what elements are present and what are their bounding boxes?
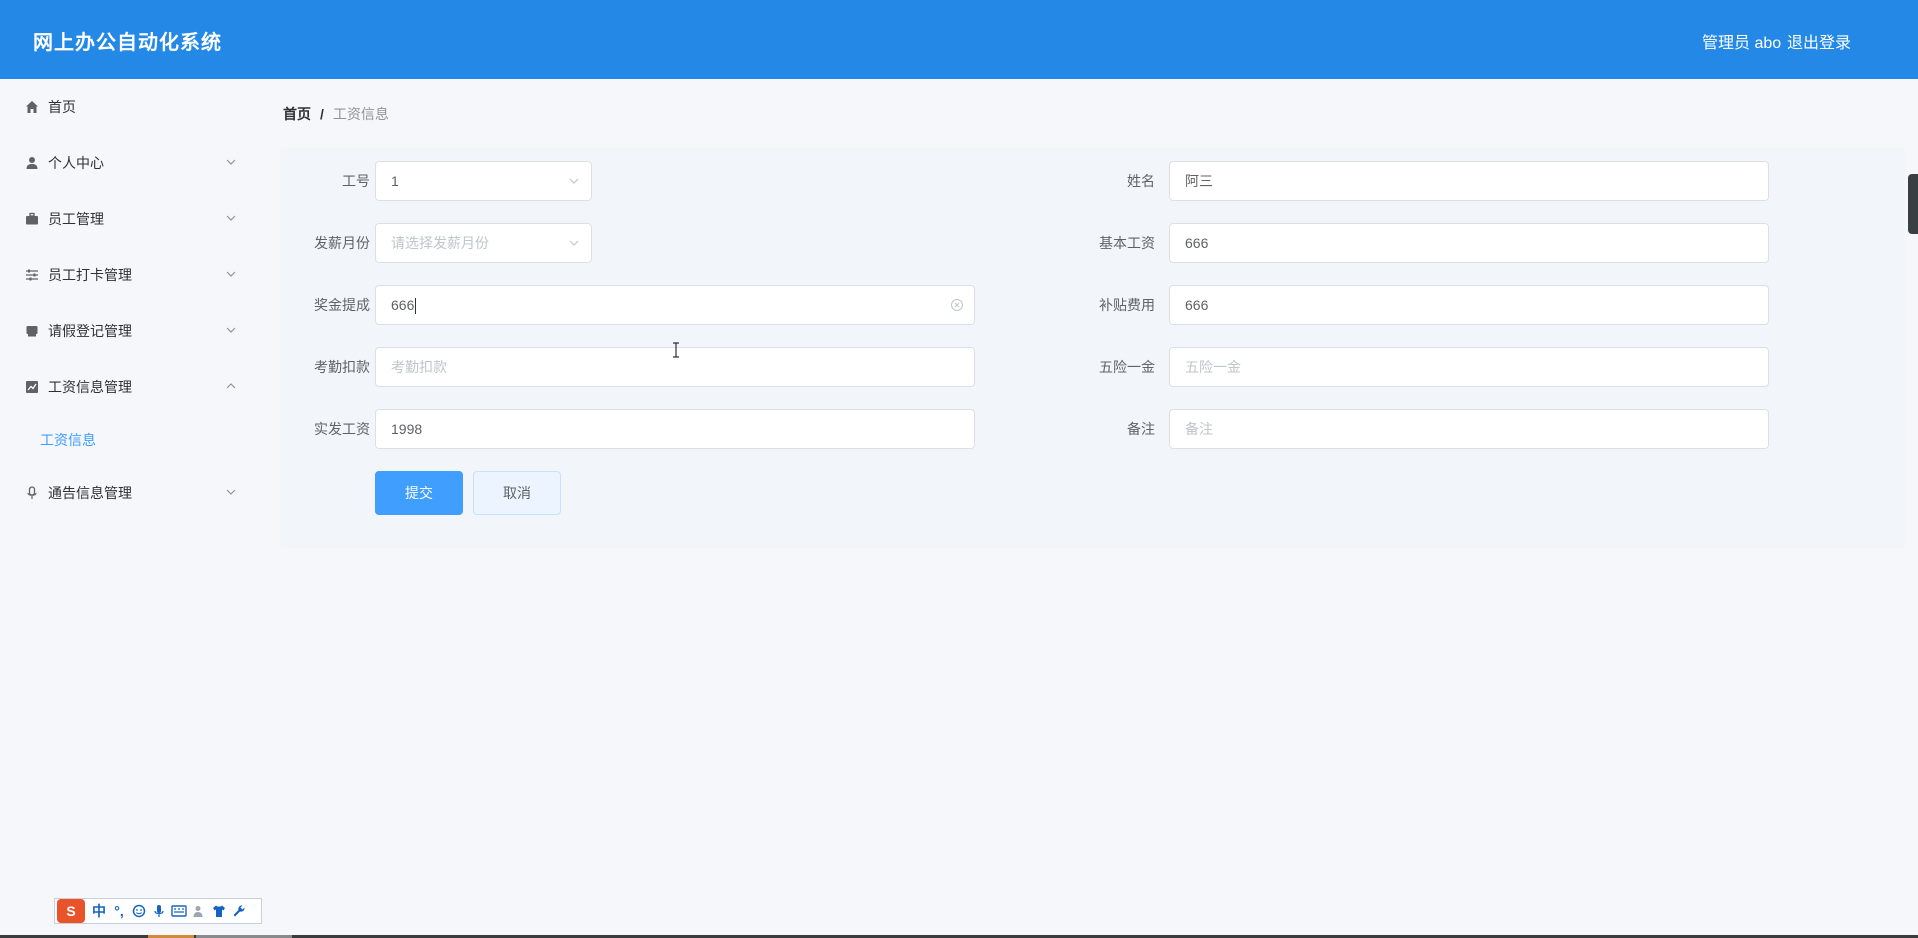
sidebar-item-employees[interactable]: 员工管理 [0, 191, 250, 247]
sidebar-item-salary[interactable]: 工资信息管理 [0, 359, 250, 415]
microphone-icon [24, 485, 40, 501]
clear-icon[interactable] [950, 298, 964, 312]
wrench-icon[interactable] [229, 901, 249, 921]
actual-salary-value: 1998 [391, 421, 423, 437]
home-icon [24, 99, 40, 115]
remarks-placeholder: 备注 [1185, 421, 1213, 437]
allowance-label: 补贴费用 [1099, 297, 1155, 313]
chevron-up-icon [226, 383, 236, 389]
name-label: 姓名 [1127, 173, 1155, 189]
sidebar-subitem-salary-info[interactable]: 工资信息 [0, 415, 250, 465]
breadcrumb-home[interactable]: 首页 [283, 106, 311, 122]
base-salary-input[interactable]: 666 [1169, 223, 1769, 263]
printer-icon [24, 323, 40, 339]
allowance-input[interactable]: 666 [1169, 285, 1769, 325]
emoji-icon[interactable] [129, 901, 149, 921]
base-salary-value: 666 [1185, 235, 1209, 251]
sidebar-item-profile[interactable]: 个人中心 [0, 135, 250, 191]
breadcrumb-current: 工资信息 [332, 106, 389, 122]
attendance-deduction-label: 考勤扣款 [314, 359, 370, 375]
chevron-down-icon [226, 215, 236, 221]
bonus-value: 666 [391, 297, 415, 313]
text-cursor-icon [673, 342, 679, 358]
sidebar-item-label: 首页 [48, 99, 76, 115]
bonus-input[interactable]: 666 [375, 285, 975, 325]
sidebar-item-attendance[interactable]: 员工打卡管理 [0, 247, 250, 303]
breadcrumb: 首页 / 工资信息 [283, 104, 389, 124]
pay-month-select[interactable]: 请选择发薪月份 [375, 223, 592, 263]
sidebar-item-label: 通告信息管理 [48, 485, 132, 501]
sidebar-item-label: 员工打卡管理 [48, 267, 132, 283]
breadcrumb-separator: / [320, 106, 324, 122]
top-header: 网上办公自动化系统 管理员 abo 退出登录 [0, 0, 1918, 79]
insurance-placeholder: 五险一金 [1185, 359, 1241, 375]
chevron-down-icon [226, 489, 236, 495]
ime-punct[interactable]: °, [109, 901, 129, 921]
skin-shirt-icon[interactable] [209, 901, 229, 921]
pay-month-placeholder: 请选择发薪月份 [391, 235, 489, 251]
remarks-label: 备注 [1127, 421, 1155, 437]
ime-logo[interactable]: S [57, 899, 85, 923]
name-value: 阿三 [1185, 173, 1213, 189]
sidebar-item-label: 请假登记管理 [48, 323, 132, 339]
employee-id-value: 1 [391, 173, 399, 189]
chart-icon [24, 379, 40, 395]
sidebar-item-label: 个人中心 [48, 155, 104, 171]
sidebar: 首页 个人中心 员工管理 员工打卡管理 请假登记管理 工资信息管理 工资信息 通… [0, 79, 250, 938]
sidebar-item-home[interactable]: 首页 [0, 79, 250, 135]
actual-salary-label: 实发工资 [314, 421, 370, 437]
insurance-label: 五险一金 [1099, 359, 1155, 375]
sidebar-item-label: 工资信息管理 [48, 379, 132, 395]
employee-id-label: 工号 [342, 173, 370, 189]
logout-link[interactable]: 退出登录 [1787, 29, 1851, 53]
chevron-down-icon [569, 240, 579, 246]
base-salary-label: 基本工资 [1099, 235, 1155, 251]
app-title: 网上办公自动化系统 [33, 32, 222, 54]
remarks-input[interactable]: 备注 [1169, 409, 1769, 449]
chevron-down-icon [226, 271, 236, 277]
chevron-down-icon [226, 159, 236, 165]
salary-form: 工号 1 姓名 阿三 发薪月份 请选择发薪月份 基本工资 666 奖金提成 66… [280, 148, 1905, 548]
ime-toolbar: S 中 °, [54, 898, 262, 924]
pay-month-label: 发薪月份 [314, 235, 370, 251]
microphone-icon[interactable] [149, 901, 169, 921]
text-caret [415, 298, 417, 315]
sidebar-item-leave[interactable]: 请假登记管理 [0, 303, 250, 359]
bonus-label: 奖金提成 [314, 297, 370, 313]
name-input[interactable]: 阿三 [1169, 161, 1769, 201]
briefcase-icon [24, 211, 40, 227]
sidebar-item-notices[interactable]: 通告信息管理 [0, 465, 250, 521]
attendance-deduction-placeholder: 考勤扣款 [391, 359, 447, 375]
ime-mode[interactable]: 中 [89, 901, 109, 921]
user-icon [24, 155, 40, 171]
actual-salary-input[interactable]: 1998 [375, 409, 975, 449]
allowance-value: 666 [1185, 297, 1209, 313]
submit-button[interactable]: 提交 [375, 471, 463, 515]
chevron-down-icon [569, 178, 579, 184]
cancel-button[interactable]: 取消 [473, 471, 561, 515]
keyboard-icon[interactable] [169, 901, 189, 921]
sliders-icon [24, 267, 40, 283]
sidebar-item-label: 员工管理 [48, 211, 104, 227]
employee-id-select[interactable]: 1 [375, 161, 592, 201]
current-user: 管理员 abo [1702, 35, 1782, 52]
chevron-down-icon [226, 327, 236, 333]
insurance-input[interactable]: 五险一金 [1169, 347, 1769, 387]
side-widget[interactable] [1908, 174, 1918, 234]
user-icon[interactable] [189, 901, 209, 921]
